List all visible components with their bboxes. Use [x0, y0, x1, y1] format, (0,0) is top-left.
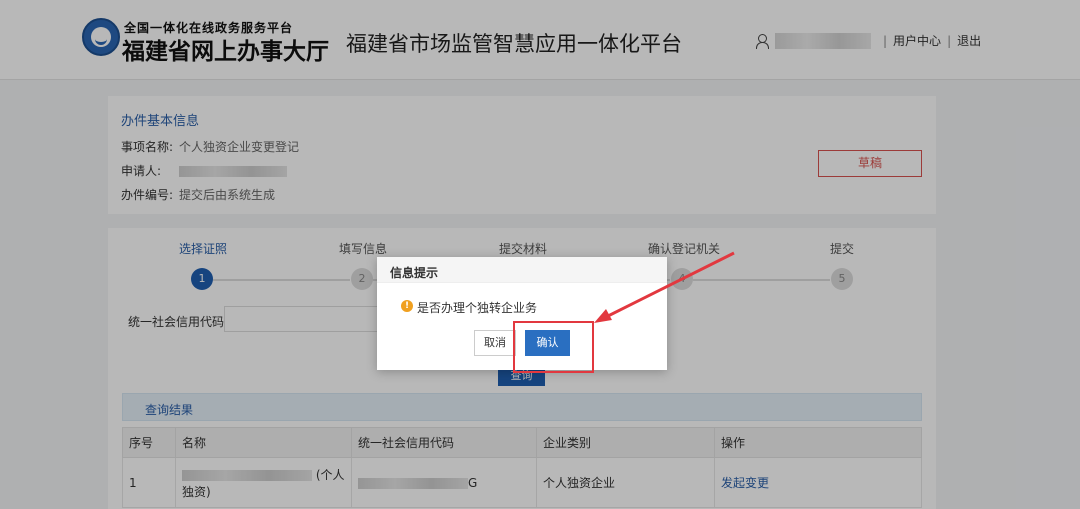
annotation-arrow-icon	[594, 251, 735, 323]
